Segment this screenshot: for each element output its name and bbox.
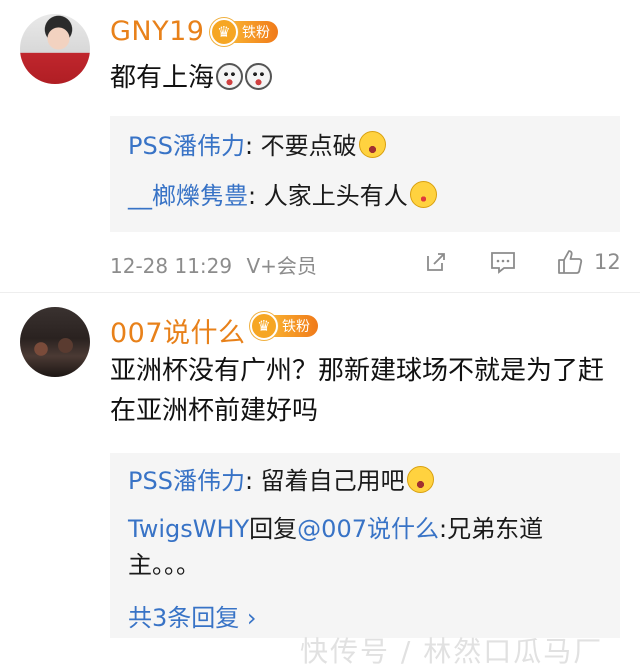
kiss-emoji-icon xyxy=(409,181,437,208)
comment-item: 007说什么 ♛ 铁粉 亚洲杯没有广州？那新建球场不就是为了赶在亚洲杯前建好吗 … xyxy=(0,293,640,671)
like-icon xyxy=(558,250,583,274)
crown-icon: ♛ xyxy=(210,18,238,46)
crown-icon: ♛ xyxy=(250,312,278,340)
comment-time: 12-28 11:29 xyxy=(110,254,233,278)
like-button[interactable]: 12 xyxy=(556,248,621,276)
reply-line: TwigsWHY回复@007说什么:兄弟东道主。。。 xyxy=(128,515,544,579)
comment-meta: 12-28 11:29 V+会员 xyxy=(110,250,317,279)
reply-mention[interactable]: @007说什么 xyxy=(297,515,439,543)
reply-text: 留着自己用吧 xyxy=(260,467,405,495)
reply-username[interactable]: TwigsWHY xyxy=(128,515,249,543)
fan-badge-label: 铁粉 xyxy=(272,315,318,337)
shocked-emoji-icon xyxy=(245,63,273,90)
reply-username[interactable]: PSS潘伟力 xyxy=(128,132,245,160)
comment-item: GNY19 ♛ 铁粉 都有上海 PSS潘伟力: 不要点破 __榔爍隽豊: 人家上… xyxy=(0,0,640,292)
share-button[interactable] xyxy=(424,250,448,274)
grin-emoji-icon xyxy=(358,131,386,158)
reply-username[interactable]: __榔爍隽豊 xyxy=(128,182,248,210)
comment-text: 亚洲杯没有广州？那新建球场不就是为了赶在亚洲杯前建好吗 xyxy=(110,356,605,426)
reply-text: 人家上头有人 xyxy=(263,182,408,210)
share-icon xyxy=(427,253,445,271)
fan-badge: ♛ 铁粉 xyxy=(250,312,318,340)
fan-badge: ♛ 铁粉 xyxy=(210,18,278,46)
reply-username[interactable]: PSS潘伟力 xyxy=(128,467,245,495)
avatar[interactable] xyxy=(20,14,90,84)
reply-line: __榔爍隽豊: 人家上头有人 xyxy=(128,178,608,214)
fan-badge-label: 铁粉 xyxy=(232,21,278,43)
reply-box[interactable]: PSS潘伟力: 留着自己用吧 TwigsWHY回复@007说什么:兄弟东道主。。… xyxy=(110,453,620,638)
comment-icon xyxy=(491,252,515,274)
comment-text: 都有上海 xyxy=(110,58,620,98)
more-replies-link[interactable]: 共3条回复 › xyxy=(128,598,257,633)
comment-source[interactable]: V+会员 xyxy=(246,254,316,278)
watermark: 快传号 / 林然口瓜马厂 xyxy=(300,635,604,668)
shocked-emoji-icon xyxy=(216,63,244,90)
username[interactable]: GNY19 xyxy=(110,16,204,47)
like-count: 12 xyxy=(594,250,621,274)
username[interactable]: 007说什么 xyxy=(110,311,246,350)
reply-box[interactable]: PSS潘伟力: 不要点破 __榔爍隽豊: 人家上头有人 xyxy=(110,116,620,232)
avatar[interactable] xyxy=(20,307,90,377)
reply-line: PSS潘伟力: 留着自己用吧 xyxy=(128,463,608,499)
comment-button[interactable] xyxy=(490,250,516,274)
laugh-emoji-icon xyxy=(406,466,434,493)
reply-text: 不要点破 xyxy=(260,132,357,160)
reply-line: PSS潘伟力: 不要点破 xyxy=(128,128,608,164)
